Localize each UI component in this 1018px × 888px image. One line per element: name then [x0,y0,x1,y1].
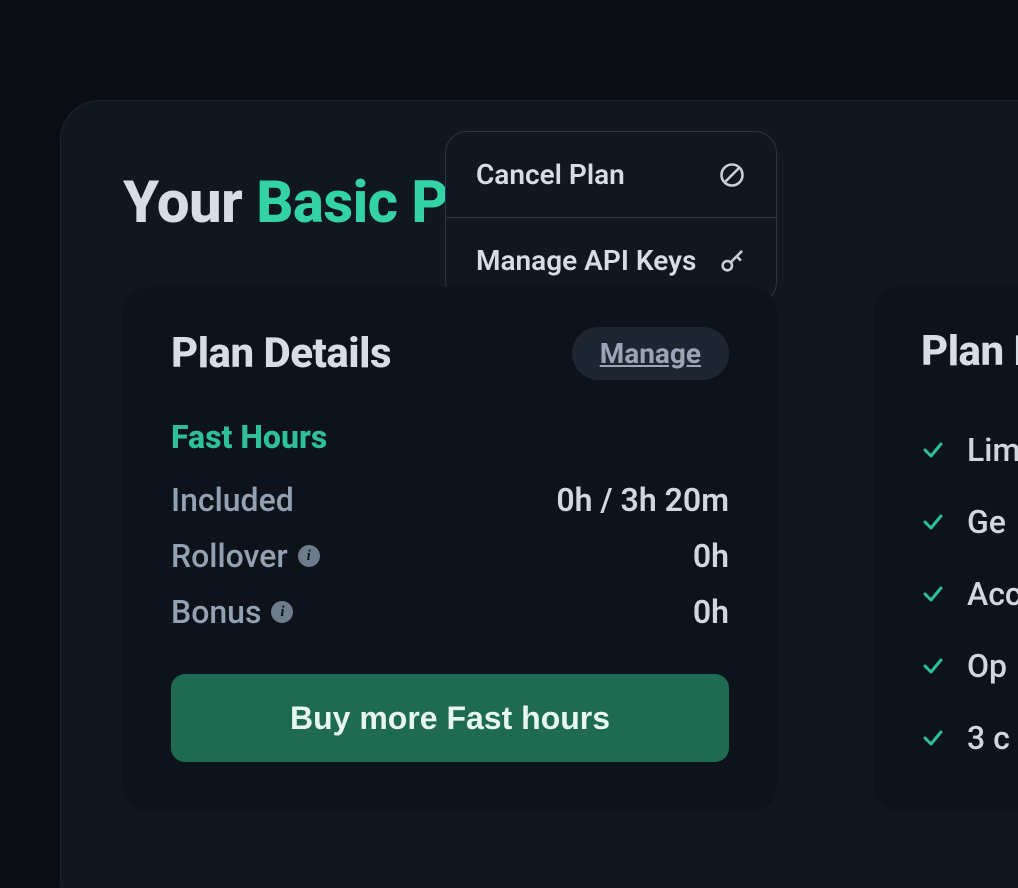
check-icon [921,582,945,606]
buy-fast-hours-button[interactable]: Buy more Fast hours [171,674,729,762]
page-title-lead: Your [123,169,256,237]
feature-label: Op [967,630,1007,702]
manage-api-keys-label: Manage API Keys [476,244,696,277]
cancel-plan-label: Cancel Plan [476,158,625,191]
cancel-plan-item[interactable]: Cancel Plan [446,132,776,217]
feature-label: 3 c [967,702,1010,774]
manage-button[interactable]: Manage [572,327,729,380]
rollover-value: 0h [693,528,729,584]
bonus-label: Bonus [171,584,261,640]
check-icon [921,726,945,750]
included-row: Included 0h / 3h 20m [171,472,729,528]
manage-plan-menu: Cancel Plan Manage API Keys [445,131,777,304]
features-list: Lim Ge Acc Op [921,414,1018,774]
plan-details-title: Plan Details [171,329,391,378]
plan-panel: Your Basic Plan Cancel Plan Manage API K… [60,100,1018,888]
feature-label: Ge [967,486,1006,558]
included-label: Included [171,472,294,528]
feature-item: Ge [921,486,1018,558]
rollover-row: Rollover i 0h [171,528,729,584]
feature-label: Acc [967,558,1018,630]
info-icon[interactable]: i [298,545,320,567]
plan-features-header: Plan F [921,327,1018,376]
feature-item: Acc [921,558,1018,630]
rollover-label: Rollover [171,528,288,584]
bonus-row: Bonus i 0h [171,584,729,640]
plan-features-title: Plan F [921,327,1018,376]
feature-item: Lim [921,414,1018,486]
info-icon[interactable]: i [271,601,293,623]
included-value: 0h / 3h 20m [556,472,729,528]
bonus-value: 0h [693,584,729,640]
plan-details-card: Plan Details Manage Fast Hours Included … [123,287,777,811]
cancel-icon [718,161,746,189]
plan-details-header: Plan Details Manage [171,327,729,380]
key-icon [718,247,746,275]
plan-features-card: Plan F Lim Ge Acc [873,287,1018,811]
check-icon [921,438,945,462]
check-icon [921,654,945,678]
fast-hours-heading: Fast Hours [171,418,729,456]
feature-item: 3 c [921,702,1018,774]
feature-item: Op [921,630,1018,702]
check-icon [921,510,945,534]
feature-label: Lim [967,414,1018,486]
